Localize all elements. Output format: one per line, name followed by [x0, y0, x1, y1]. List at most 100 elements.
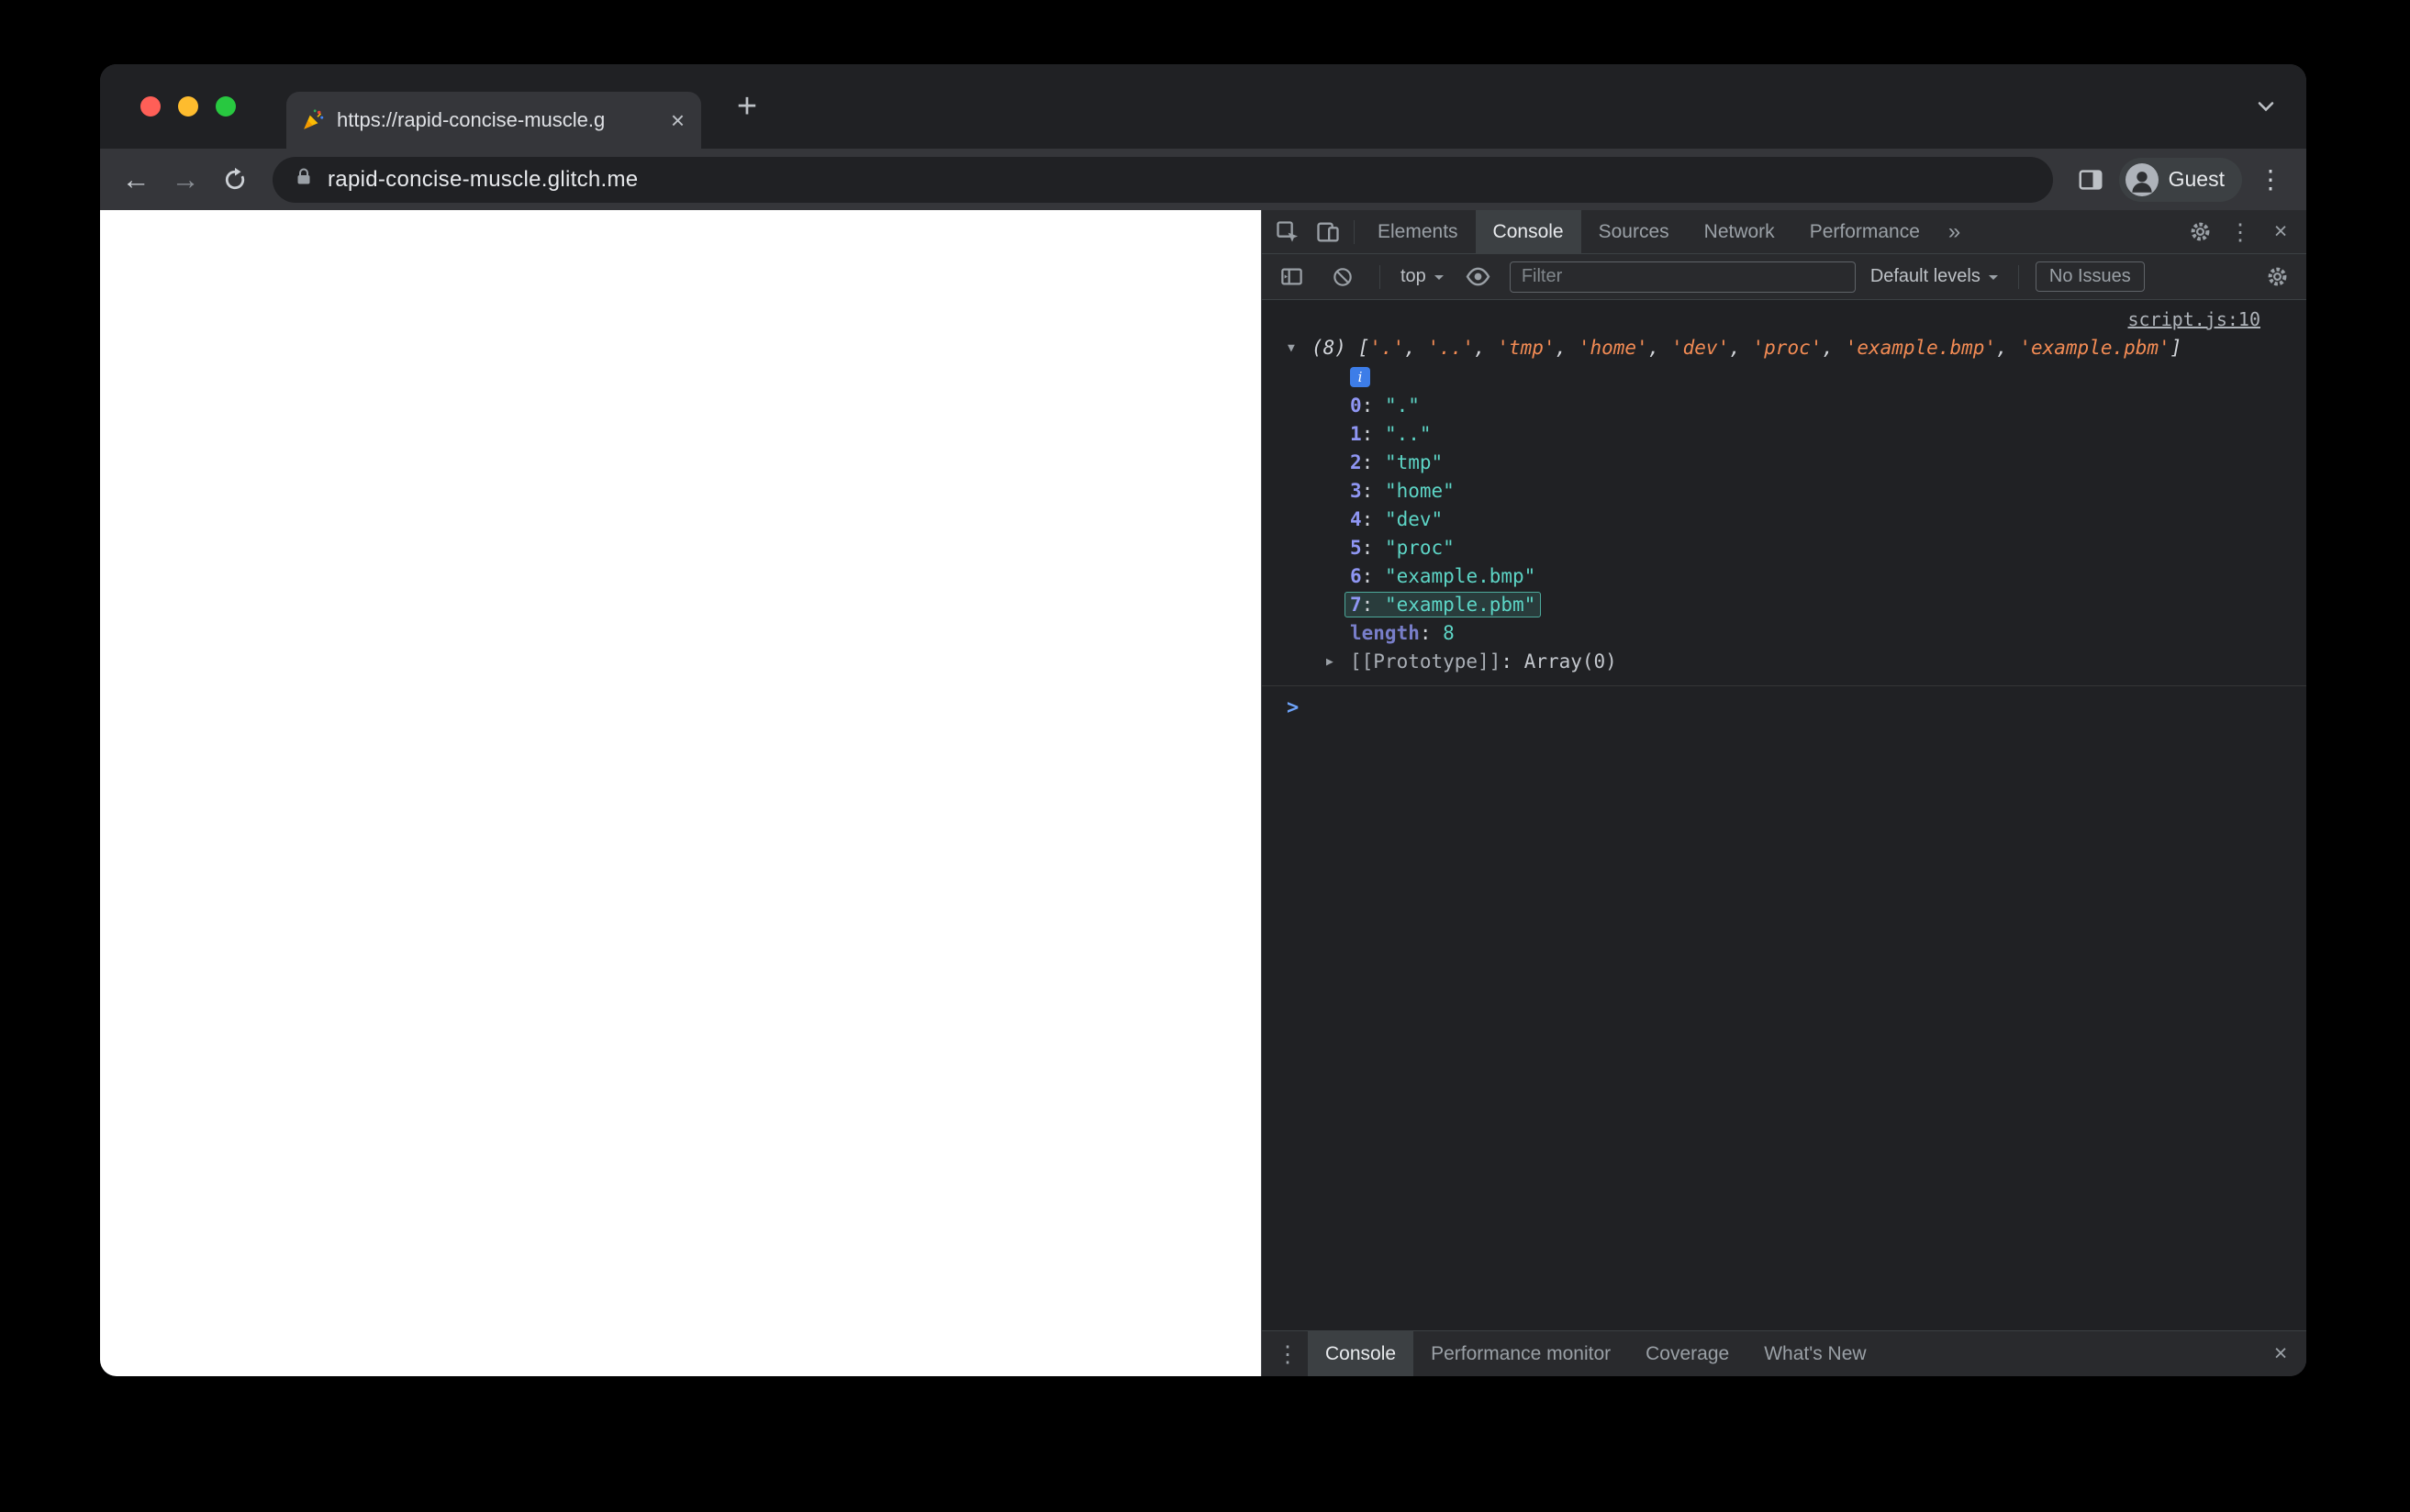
clear-console-icon[interactable] — [1322, 265, 1363, 289]
preview-string: 'example.pbm' — [2019, 337, 2170, 359]
drawer-tab-console[interactable]: Console — [1308, 1331, 1414, 1376]
devtools-menu-icon[interactable]: ⋮ — [2220, 210, 2260, 253]
tab-performance[interactable]: Performance — [1792, 210, 1937, 253]
divider — [2017, 264, 2019, 289]
preview-string: 'example.bmp' — [1845, 337, 1997, 359]
page-viewport — [100, 210, 1261, 1376]
array-item-row[interactable]: 5: "proc" — [1350, 534, 2284, 562]
issues-counter[interactable]: No Issues — [2035, 261, 2145, 292]
divider — [1379, 264, 1380, 289]
tab-sources[interactable]: Sources — [1581, 210, 1687, 253]
drawer-tabs: Console Performance monitor Coverage What's… — [1308, 1331, 1884, 1376]
party-popper-favicon — [301, 108, 325, 132]
profile-label: Guest — [2168, 167, 2225, 191]
console-messages: script.js:10 ▼ (8) ['.', '..', 'tmp', 'ho… — [1262, 300, 2306, 1330]
reload-button[interactable] — [214, 159, 256, 201]
array-item-row[interactable]: 1: ".." — [1350, 420, 2284, 449]
context-label: top — [1400, 266, 1426, 286]
array-item-row[interactable]: 3: "home" — [1350, 477, 2284, 506]
address-bar[interactable]: rapid-concise-muscle.glitch.me — [273, 156, 2053, 203]
prototype-row[interactable]: ▶ [[Prototype]]: Array(0) — [1326, 648, 2284, 676]
browser-window: https://rapid-concise-muscle.g × + ← → r… — [100, 64, 2306, 1376]
minimize-window-button[interactable] — [178, 96, 198, 117]
lock-icon — [293, 166, 315, 193]
prototype-value: Array(0) — [1523, 650, 1617, 673]
length-row: length: 8 — [1350, 622, 1455, 644]
console-array-items: 0: "." 1: ".." 2: "tmp" 3: "home" 4: "dev" 5:… — [1344, 392, 2284, 619]
chevron-down-icon — [1434, 274, 1444, 284]
devtools-drawer: ⋮ Console Performance monitor Coverage What… — [1262, 1330, 2306, 1376]
devtools-panel: Elements Console Sources Network Performance… — [1261, 210, 2306, 1376]
log-levels-label: Default levels — [1869, 266, 1980, 286]
prompt-chevron-icon: > — [1287, 696, 1300, 719]
source-link[interactable]: script.js:10 — [2128, 308, 2261, 330]
array-children: i 0: "." 1: ".." 2: "tmp" 3: "home" 4: "dev"… — [1288, 367, 2284, 676]
log-levels-selector[interactable]: Default levels — [1867, 266, 2002, 287]
side-panel-button[interactable] — [2070, 159, 2112, 201]
new-tab-button[interactable]: + — [725, 84, 769, 128]
inspect-element-icon[interactable] — [1267, 210, 1308, 253]
drawer-tab-coverage[interactable]: Coverage — [1628, 1331, 1746, 1376]
preview-open: (8) [ — [1311, 337, 1370, 359]
tab-search-chevron-icon[interactable] — [2253, 94, 2279, 119]
tab-strip: https://rapid-concise-muscle.g × + — [100, 64, 2306, 149]
array-item-row[interactable]: 0: "." — [1350, 392, 2284, 420]
drawer-menu-icon[interactable]: ⋮ — [1267, 1331, 1308, 1376]
avatar-icon — [2125, 162, 2159, 196]
devtools-close-icon[interactable]: × — [2260, 210, 2301, 253]
live-expression-eye-icon[interactable] — [1458, 263, 1499, 290]
traffic-lights — [100, 96, 236, 117]
chevron-down-icon — [1988, 274, 1998, 284]
fullscreen-window-button[interactable] — [216, 96, 236, 117]
profile-chip[interactable]: Guest — [2118, 157, 2242, 202]
length-value: 8 — [1443, 622, 1455, 644]
drawer-close-icon[interactable]: × — [2260, 1331, 2301, 1376]
prototype-label: [[Prototype]] — [1350, 650, 1501, 673]
drawer-tab-performance-monitor[interactable]: Performance monitor — [1413, 1331, 1628, 1376]
window-content: Elements Console Sources Network Performance… — [100, 210, 2306, 1376]
url-text: rapid-concise-muscle.glitch.me — [328, 166, 639, 192]
array-preview-items: '.', '..', 'tmp', 'home', 'dev', 'proc',… — [1369, 337, 2170, 359]
drawer-tab-what-s-new[interactable]: What's New — [1746, 1331, 1883, 1376]
console-sidebar-icon[interactable] — [1271, 264, 1311, 289]
context-selector[interactable]: top — [1397, 266, 1447, 287]
back-button[interactable]: ← — [115, 159, 157, 201]
browser-toolbar: ← → rapid-concise-muscle.glitch.me Guest… — [100, 149, 2306, 210]
collapse-triangle-icon[interactable]: ▶ — [1326, 648, 1350, 676]
preview-string: '.' — [1369, 337, 1405, 359]
tab-title: https://rapid-concise-muscle.g — [337, 108, 606, 131]
array-item-row[interactable]: 2: "tmp" — [1350, 449, 2284, 477]
expand-triangle-icon[interactable]: ▼ — [1288, 334, 1311, 363]
tab-console[interactable]: Console — [1475, 210, 1581, 253]
preview-string: 'home' — [1578, 337, 1648, 359]
tab-elements[interactable]: Elements — [1360, 210, 1476, 253]
preview-string: 'proc' — [1752, 337, 1823, 359]
forward-button[interactable]: → — [164, 159, 206, 201]
array-item-row[interactable]: 7: "example.pbm" — [1344, 591, 2284, 619]
length-label: length — [1350, 622, 1420, 644]
preview-string: '..' — [1427, 337, 1475, 359]
array-item-row[interactable]: 4: "dev" — [1350, 506, 2284, 534]
array-preview[interactable]: ▼ (8) ['.', '..', 'tmp', 'home', 'dev', '… — [1288, 333, 2284, 363]
devtools-tabbar-tabs: Elements Console Sources Network Performance — [1360, 210, 1937, 253]
console-settings-gear-icon[interactable] — [2257, 264, 2297, 289]
device-toolbar-icon[interactable] — [1308, 210, 1348, 253]
info-icon: i — [1350, 367, 1370, 387]
browser-tab[interactable]: https://rapid-concise-muscle.g × — [286, 92, 701, 149]
filter-input[interactable] — [1509, 261, 1856, 293]
settings-gear-icon[interactable] — [2180, 210, 2220, 253]
browser-menu-button[interactable]: ⋮ — [2249, 159, 2292, 201]
more-tabs-button[interactable]: » — [1937, 210, 1971, 253]
array-item-row[interactable]: 6: "example.bmp" — [1350, 562, 2284, 591]
close-tab-icon[interactable]: × — [669, 108, 686, 132]
close-window-button[interactable] — [140, 96, 161, 117]
preview-string: 'dev' — [1671, 337, 1730, 359]
preview-close: ] — [2170, 337, 2182, 359]
console-toolbar: top Default levels No Issues — [1262, 254, 2306, 300]
divider — [1354, 219, 1355, 244]
devtools-tabbar: Elements Console Sources Network Performance… — [1262, 210, 2306, 254]
preview-string: 'tmp' — [1497, 337, 1556, 359]
console-message: script.js:10 ▼ (8) ['.', '..', 'tmp', 'ho… — [1262, 300, 2306, 686]
console-prompt[interactable]: > — [1262, 686, 2306, 719]
tab-network[interactable]: Network — [1687, 210, 1792, 253]
